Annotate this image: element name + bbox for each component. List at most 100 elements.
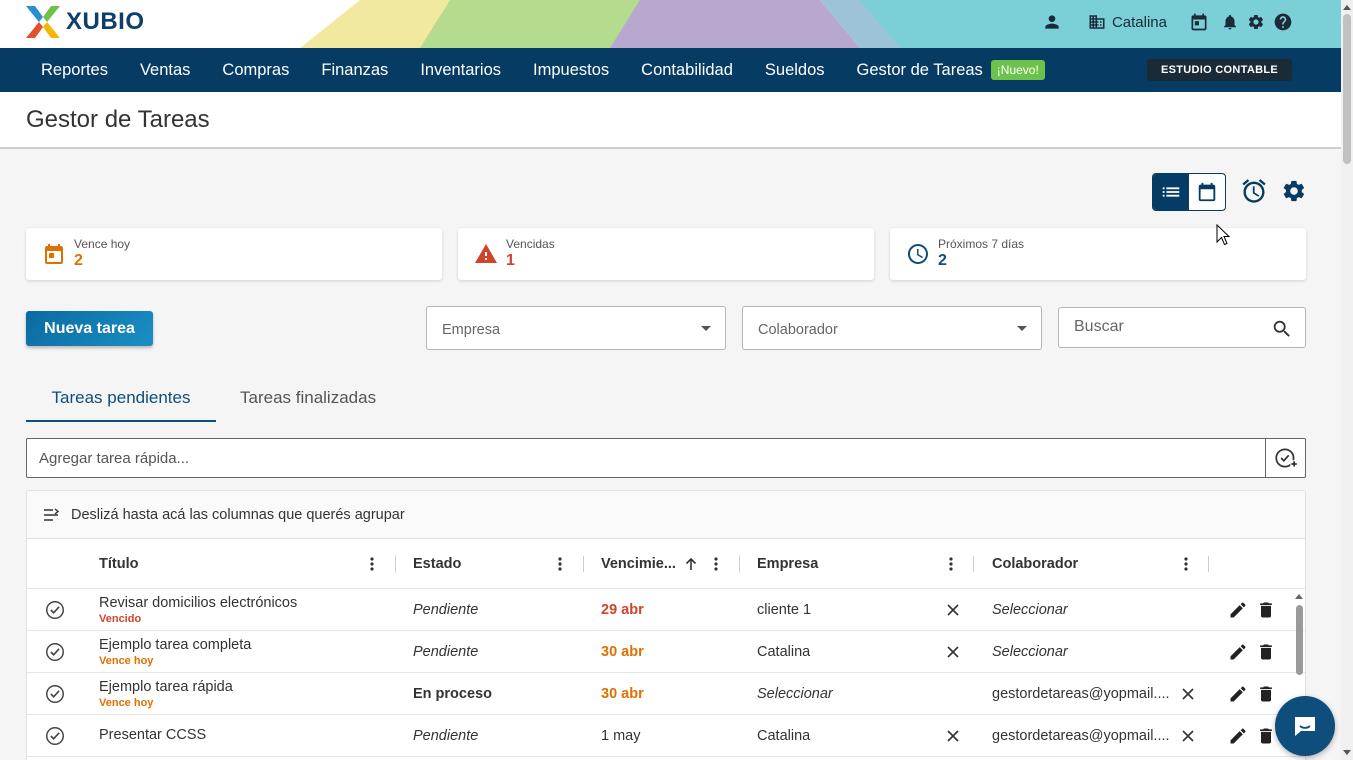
company-selector[interactable]: Catalina <box>1088 13 1167 31</box>
clear-company-icon[interactable] <box>947 715 959 757</box>
nav-impuestos[interactable]: Impuestos <box>517 61 625 80</box>
scrollbar-thumb[interactable] <box>1343 14 1351 164</box>
logo-text: XUBIO <box>66 8 145 35</box>
group-panel[interactable]: Deslizá hasta acá las columnas que queré… <box>27 491 1305 539</box>
task-status[interactable]: Pendiente <box>413 631 478 673</box>
delete-icon[interactable] <box>1256 589 1276 631</box>
settings-icon[interactable] <box>1281 178 1307 209</box>
studio-button[interactable]: ESTUDIO CONTABLE <box>1146 59 1292 81</box>
task-company[interactable]: Catalina <box>757 715 810 757</box>
kebab-icon[interactable] <box>710 556 722 576</box>
column-separator[interactable] <box>973 556 974 572</box>
search-input[interactable] <box>1074 318 1254 336</box>
task-company[interactable]: Catalina <box>757 631 810 673</box>
task-status[interactable]: Pendiente <box>413 589 478 631</box>
complete-check-icon[interactable] <box>44 631 66 673</box>
scroll-down-icon[interactable] <box>1341 748 1353 758</box>
complete-check-icon[interactable] <box>44 589 66 631</box>
gear-icon[interactable] <box>1247 13 1265 31</box>
edit-icon[interactable] <box>1228 589 1248 631</box>
nav-compras[interactable]: Compras <box>206 61 305 80</box>
stat-card-due-today[interactable]: Vence hoy 2 <box>26 228 442 280</box>
alarm-icon[interactable] <box>1240 177 1268 210</box>
clear-company-icon[interactable] <box>947 631 959 673</box>
clear-collaborator-icon[interactable] <box>1182 673 1194 715</box>
list-view-button[interactable] <box>1153 174 1189 210</box>
kebab-icon[interactable] <box>945 556 957 576</box>
task-collaborator[interactable]: gestordetareas@yopmail.... <box>992 715 1170 757</box>
nav-reportes[interactable]: Reportes <box>25 61 124 80</box>
colaborador-select[interactable]: Colaborador <box>742 306 1042 350</box>
task-due-date[interactable]: 30 abr <box>601 673 644 715</box>
nav-inventarios[interactable]: Inventarios <box>404 61 517 80</box>
col-estado[interactable]: Estado <box>413 539 461 589</box>
delete-icon[interactable] <box>1256 715 1276 757</box>
clear-company-icon[interactable] <box>947 589 959 631</box>
page-scrollbar[interactable] <box>1341 0 1353 760</box>
column-separator[interactable] <box>395 556 396 572</box>
task-collaborator[interactable]: Seleccionar <box>992 631 1068 673</box>
user-icon[interactable] <box>1042 12 1062 32</box>
nav-gestor-de-tareas[interactable]: Gestor de Tareas <box>841 61 999 80</box>
calendar-top-icon[interactable] <box>1189 12 1209 32</box>
col-empresa[interactable]: Empresa <box>757 539 818 589</box>
help-icon[interactable] <box>1273 12 1293 32</box>
task-collaborator[interactable]: Seleccionar <box>992 589 1068 631</box>
quick-add-button[interactable] <box>1265 439 1305 477</box>
empresa-select[interactable]: Empresa <box>426 306 726 350</box>
kebab-icon[interactable] <box>554 556 566 576</box>
table-row[interactable]: Ejemplo tarea rápida Vence hoy En proces… <box>27 673 1305 715</box>
sort-up-icon[interactable] <box>684 556 698 576</box>
stat-card-overdue[interactable]: Vencidas 1 <box>458 228 874 280</box>
col-vencimiento[interactable]: Vencimie... <box>601 539 676 589</box>
calendar-view-button[interactable] <box>1189 174 1225 210</box>
tab-tareas-finalizadas[interactable]: Tareas finalizadas <box>240 388 376 408</box>
task-status[interactable]: Pendiente <box>413 715 478 757</box>
table-row[interactable]: Presentar CCSS Pendiente 1 may Catalina … <box>27 715 1305 757</box>
xubio-logo[interactable]: XUBIO <box>26 6 145 38</box>
column-separator[interactable] <box>1208 556 1209 572</box>
bell-icon[interactable] <box>1221 13 1239 31</box>
delete-icon[interactable] <box>1256 631 1276 673</box>
task-title[interactable]: Ejemplo tarea rápida <box>99 679 233 695</box>
stat-card-next-7-days[interactable]: Próximos 7 días 2 <box>890 228 1306 280</box>
task-title[interactable]: Ejemplo tarea completa <box>99 637 251 653</box>
edit-icon[interactable] <box>1228 673 1248 715</box>
nav-finanzas[interactable]: Finanzas <box>305 61 404 80</box>
task-due-date[interactable]: 1 may <box>601 715 641 757</box>
kebab-icon[interactable] <box>1180 556 1192 576</box>
group-icon <box>44 507 59 521</box>
task-due-date[interactable]: 30 abr <box>601 631 644 673</box>
search-icon[interactable] <box>1271 318 1293 345</box>
col-colaborador[interactable]: Colaborador <box>992 539 1078 589</box>
tab-tareas-pendientes[interactable]: Tareas pendientes <box>26 388 216 422</box>
task-company[interactable]: cliente 1 <box>757 589 811 631</box>
table-row[interactable]: Revisar domicilios electrónicos Vencido … <box>27 589 1305 631</box>
xubio-logo-icon <box>26 6 60 38</box>
column-separator[interactable] <box>739 556 740 572</box>
nav-ventas[interactable]: Ventas <box>124 61 206 80</box>
task-status[interactable]: En proceso <box>413 673 492 715</box>
delete-icon[interactable] <box>1256 673 1276 715</box>
task-title[interactable]: Presentar CCSS <box>99 727 206 743</box>
edit-icon[interactable] <box>1228 631 1248 673</box>
task-company[interactable]: Seleccionar <box>757 673 833 715</box>
kebab-icon[interactable] <box>366 556 378 576</box>
col-titulo[interactable]: Título <box>99 539 138 589</box>
nav-sueldos[interactable]: Sueldos <box>749 61 841 80</box>
task-due-date[interactable]: 29 abr <box>601 589 644 631</box>
table-row[interactable]: Ejemplo tarea completa Vence hoy Pendien… <box>27 631 1305 673</box>
nav-contabilidad[interactable]: Contabilidad <box>625 61 749 80</box>
quick-add-input[interactable] <box>39 450 1239 467</box>
complete-check-icon[interactable] <box>44 673 66 715</box>
main-navbar: Reportes Ventas Compras Finanzas Inventa… <box>0 48 1341 92</box>
clear-collaborator-icon[interactable] <box>1182 715 1194 757</box>
scroll-up-icon[interactable] <box>1341 2 1353 12</box>
task-title[interactable]: Revisar domicilios electrónicos <box>99 595 297 611</box>
edit-icon[interactable] <box>1228 715 1248 757</box>
chat-button[interactable] <box>1275 696 1335 756</box>
task-collaborator[interactable]: gestordetareas@yopmail.... <box>992 673 1170 715</box>
new-task-button[interactable]: Nueva tarea <box>26 311 153 346</box>
complete-check-icon[interactable] <box>44 715 66 757</box>
column-separator[interactable] <box>583 556 584 572</box>
